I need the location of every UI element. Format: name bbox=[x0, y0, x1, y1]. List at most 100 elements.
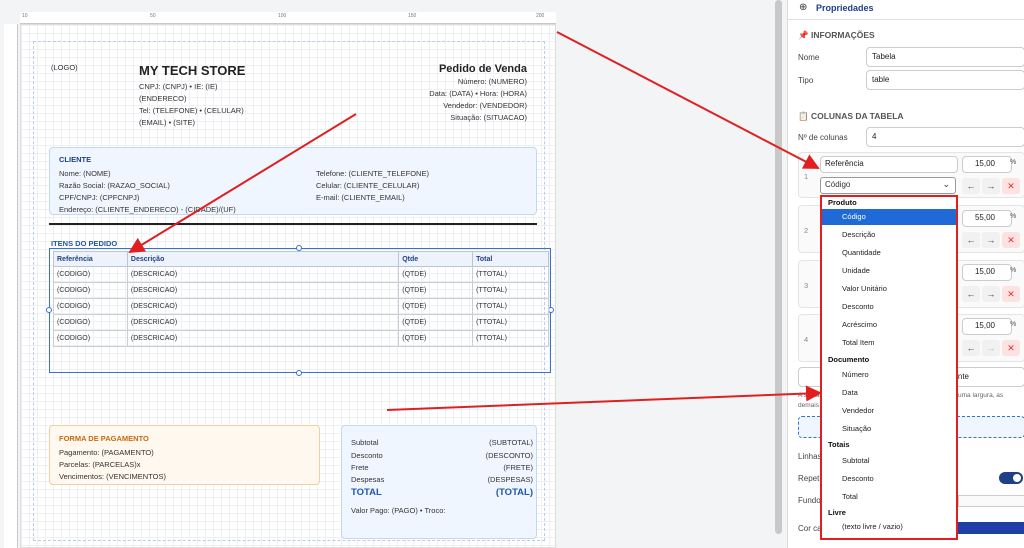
column-number: 1 bbox=[804, 172, 809, 181]
remove-column-icon[interactable]: ✕ bbox=[1002, 340, 1020, 356]
arrow-right-icon[interactable]: → bbox=[982, 286, 1000, 302]
arrow-left-icon[interactable]: ← bbox=[962, 286, 980, 302]
client-line: Endereço: (CLIENTE_ENDERECO) - (CIDADE)/… bbox=[59, 205, 236, 214]
remove-column-icon[interactable]: ✕ bbox=[1002, 232, 1020, 248]
horizontal-separator[interactable] bbox=[49, 223, 537, 225]
arrow-right-icon[interactable]: → bbox=[982, 232, 1000, 248]
table-row: (CODIGO) (DESCRICAO) (QTDE) (TTOTAL) bbox=[53, 282, 549, 299]
name-input[interactable]: Tabela bbox=[866, 47, 1024, 67]
table-row: (CODIGO) (DESCRICAO) (QTDE) (TTOTAL) bbox=[53, 298, 549, 315]
ruler-label: 150 bbox=[408, 13, 417, 19]
vertical-ruler bbox=[4, 24, 18, 548]
background-color-swatch[interactable] bbox=[958, 495, 1024, 507]
dropdown-option[interactable]: Desconto bbox=[822, 299, 956, 315]
repeat-toggle[interactable] bbox=[999, 472, 1023, 484]
table-cell: (TTOTAL) bbox=[472, 298, 549, 315]
table-header-cell[interactable]: Qtde bbox=[398, 251, 474, 267]
dropdown-group-label: Livre bbox=[828, 508, 846, 517]
arrow-left-icon[interactable]: ← bbox=[962, 340, 980, 356]
store-name[interactable]: MY TECH STORE bbox=[139, 63, 245, 78]
dropdown-option[interactable]: Quantidade bbox=[822, 245, 956, 261]
header-color-swatch[interactable] bbox=[958, 522, 1024, 534]
totals-value: (DESCONTO) bbox=[485, 451, 533, 460]
type-label: Tipo bbox=[798, 76, 814, 85]
column-header-input[interactable]: Referência bbox=[820, 156, 958, 173]
chevron-down-icon: ⌄ bbox=[942, 179, 950, 189]
table-header-cell[interactable]: Referência bbox=[53, 251, 128, 267]
client-box-title: CLIENTE bbox=[59, 155, 92, 164]
dropdown-group-label: Totais bbox=[828, 440, 850, 449]
note-text: demais bbox=[798, 402, 819, 409]
table-cell: (QTDE) bbox=[398, 282, 474, 299]
dropdown-option[interactable]: Unidade bbox=[822, 263, 956, 279]
report-canvas[interactable]: 10 50 100 150 200 (LOGO) MY TECH STORE C… bbox=[0, 0, 787, 548]
dropdown-option[interactable]: Acréscimo bbox=[822, 317, 956, 333]
table-cell: (TTOTAL) bbox=[472, 314, 549, 331]
lines-label: Linhas bbox=[798, 452, 822, 461]
store-info-line: CNPJ: (CNPJ) • IE: (IE) bbox=[139, 82, 218, 91]
paid-line: Valor Pago: (PAGO) • Troco: bbox=[351, 506, 446, 515]
totals-value: (SUBTOTAL) bbox=[489, 438, 533, 447]
remove-column-icon[interactable]: ✕ bbox=[1002, 286, 1020, 302]
dropdown-option[interactable]: Situação bbox=[822, 421, 956, 437]
ruler-label: 50 bbox=[150, 13, 156, 19]
column-count-input[interactable]: 4 bbox=[866, 127, 1024, 147]
dropdown-option[interactable]: Código bbox=[822, 209, 956, 225]
arrow-left-icon[interactable]: ← bbox=[962, 232, 980, 248]
client-box[interactable]: CLIENTE Nome: (NOME) Razão Social: (RAZA… bbox=[49, 147, 537, 215]
repeat-label: Repet bbox=[798, 474, 820, 483]
percent-sign: % bbox=[1010, 267, 1017, 274]
table-row: (CODIGO) (DESCRICAO) (QTDE) (TTOTAL) bbox=[53, 314, 549, 331]
remove-column-icon[interactable]: ✕ bbox=[1002, 178, 1020, 194]
grand-total-value: (TOTAL) bbox=[495, 487, 533, 498]
payment-box[interactable]: FORMA DE PAGAMENTO Pagamento: (PAGAMENTO… bbox=[49, 425, 320, 485]
dropdown-option[interactable]: Desconto bbox=[822, 471, 956, 487]
dropdown-option[interactable]: (texto livre / vazio) bbox=[822, 519, 956, 535]
logo-placeholder[interactable]: (LOGO) bbox=[51, 63, 78, 72]
table-cell: (DESCRICAO) bbox=[126, 314, 400, 331]
store-info-line: Tel: (TELEFONE) • (CELULAR) bbox=[139, 106, 244, 115]
resize-handle[interactable] bbox=[46, 307, 52, 313]
dropdown-option[interactable]: Vendedor bbox=[822, 403, 956, 419]
selected-field-label: Código bbox=[825, 180, 851, 189]
totals-label: Despesas bbox=[351, 475, 385, 484]
dropdown-option[interactable]: Total Item bbox=[822, 335, 956, 351]
field-dropdown-list[interactable]: Produto Código Descrição Quantidade Unid… bbox=[820, 195, 958, 540]
table-cell: (DESCRICAO) bbox=[126, 266, 400, 283]
report-page[interactable]: (LOGO) MY TECH STORE CNPJ: (CNPJ) • IE: … bbox=[20, 24, 556, 548]
table-header-cell[interactable]: Descrição bbox=[126, 251, 400, 267]
table-cell: (CODIGO) bbox=[53, 330, 128, 347]
document-title[interactable]: Pedido de Venda bbox=[439, 63, 527, 75]
ruler-label: 100 bbox=[278, 13, 287, 19]
type-input[interactable]: table bbox=[866, 70, 1024, 90]
column-width-input[interactable]: 15,00 bbox=[962, 318, 1012, 335]
store-info-line: (EMAIL) • (SITE) bbox=[139, 118, 195, 127]
canvas-scrollbar[interactable] bbox=[775, 0, 782, 534]
table-header-cell[interactable]: Total bbox=[472, 251, 549, 267]
resize-handle[interactable] bbox=[296, 370, 302, 376]
column-width-input[interactable]: 55,00 bbox=[962, 210, 1012, 227]
payment-line: Pagamento: (PAGAMENTO) bbox=[59, 448, 154, 457]
dropdown-option[interactable]: Total bbox=[822, 489, 956, 505]
percent-sign: % bbox=[1010, 213, 1017, 220]
dropdown-option[interactable]: Descrição bbox=[822, 227, 956, 243]
client-line: Razão Social: (RAZAO_SOCIAL) bbox=[59, 181, 170, 190]
column-width-input[interactable]: 15,00 bbox=[962, 156, 1012, 173]
table-cell: (DESCRICAO) bbox=[126, 298, 400, 315]
ruler-label: 200 bbox=[536, 13, 545, 19]
items-table[interactable]: Referência Descrição Qtde Total (CODIGO)… bbox=[53, 251, 549, 347]
arrow-right-icon[interactable]: → bbox=[982, 178, 1000, 194]
dropdown-option[interactable]: Data bbox=[822, 385, 956, 401]
dropdown-option[interactable]: Valor Unitário bbox=[822, 281, 956, 297]
column-number: 2 bbox=[804, 226, 809, 235]
dropdown-option[interactable]: Número bbox=[822, 367, 956, 383]
arrow-right-icon[interactable]: → bbox=[982, 340, 1000, 356]
column-width-input[interactable]: 15,00 bbox=[962, 264, 1012, 281]
document-info-line: Número: (NUMERO) bbox=[457, 77, 527, 86]
panel-header: ⊕ Propriedades bbox=[788, 0, 1024, 20]
column-field-select[interactable]: Código ⌄ bbox=[820, 177, 956, 194]
arrow-left-icon[interactable]: ← bbox=[962, 178, 980, 194]
panel-title: Propriedades bbox=[816, 3, 874, 13]
totals-box[interactable]: Subtotal (SUBTOTAL) Desconto (DESCONTO) … bbox=[341, 425, 537, 539]
dropdown-option[interactable]: Subtotal bbox=[822, 453, 956, 469]
